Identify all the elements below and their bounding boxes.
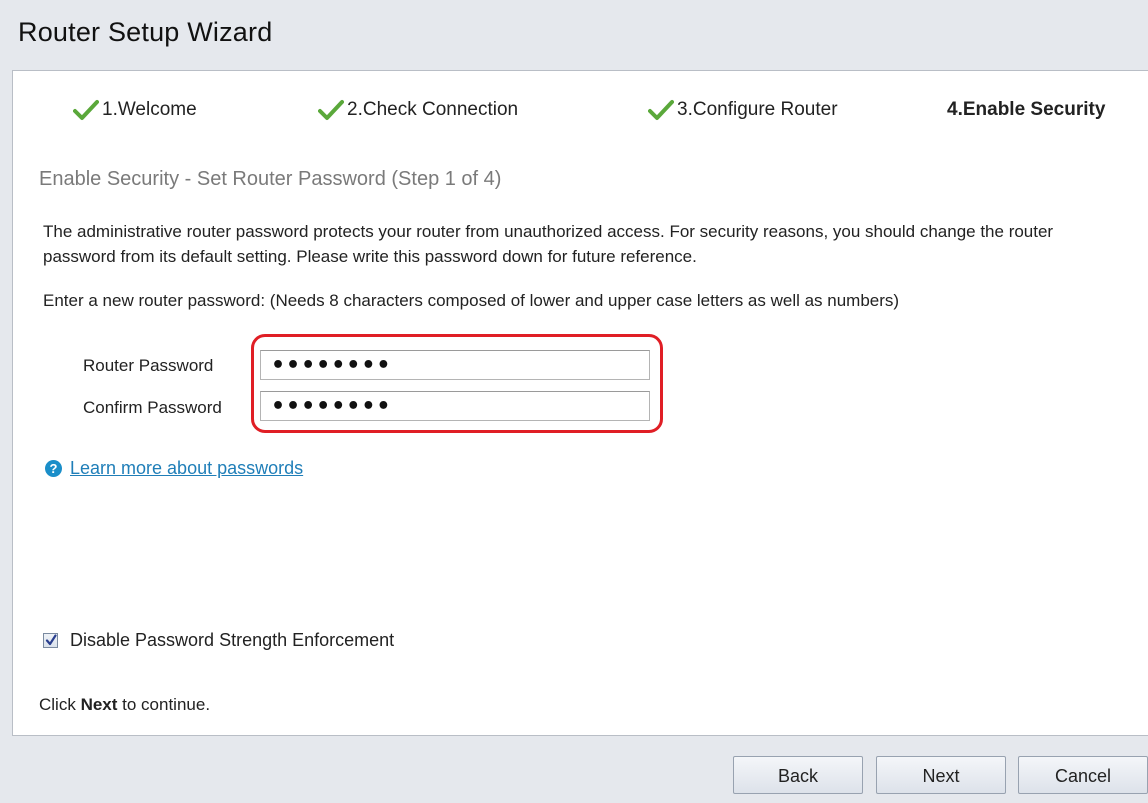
step-welcome: 1.Welcome <box>73 99 197 121</box>
step-label: 2.Check Connection <box>347 99 519 120</box>
step-enable-security: 4.Enable Security <box>947 99 1105 121</box>
help-link-row: ? Learn more about passwords <box>45 458 303 479</box>
continue-prefix: Click <box>39 695 81 714</box>
check-icon <box>45 634 57 646</box>
disable-enforcement-row: Disable Password Strength Enforcement <box>43 630 394 651</box>
step-label: 4.Enable Security <box>947 99 1106 120</box>
back-button[interactable]: Back <box>733 756 863 794</box>
description-text: The administrative router password prote… <box>43 222 1054 266</box>
step-label: 1.Welcome <box>102 99 197 120</box>
wizard-title: Router Setup Wizard <box>18 17 273 47</box>
step-configure-router: 3.Configure Router <box>648 99 838 121</box>
disable-enforcement-label: Disable Password Strength Enforcement <box>70 630 395 650</box>
confirm-password-label: Confirm Password <box>83 398 222 417</box>
step-label: 3.Configure Router <box>677 99 838 120</box>
learn-more-passwords-link[interactable]: Learn more about passwords <box>70 458 303 479</box>
instruction-text: Enter a new router password: (Needs 8 ch… <box>43 291 900 310</box>
help-icon: ? <box>45 460 62 477</box>
router-password-input[interactable] <box>260 350 650 380</box>
cancel-button[interactable]: Cancel <box>1018 756 1148 794</box>
continue-hint: Click Next to continue. <box>39 695 210 715</box>
wizard-content: 1.Welcome 2.Check Connection 3.Configure… <box>12 70 1148 736</box>
confirm-password-input[interactable] <box>260 391 650 421</box>
disable-enforcement-checkbox[interactable] <box>43 633 58 648</box>
step-indicator: 1.Welcome 2.Check Connection 3.Configure… <box>13 71 1148 151</box>
continue-suffix: to continue. <box>117 695 211 714</box>
title-bar: Router Setup Wizard <box>0 0 1148 70</box>
checkmark-icon <box>318 100 344 120</box>
next-button[interactable]: Next <box>876 756 1006 794</box>
page-subtitle: Enable Security - Set Router Password (S… <box>39 168 502 190</box>
continue-bold: Next <box>80 695 118 714</box>
step-check-connection: 2.Check Connection <box>318 99 518 121</box>
router-password-label: Router Password <box>83 356 214 375</box>
checkmark-icon <box>648 100 674 120</box>
checkmark-icon <box>73 100 99 120</box>
